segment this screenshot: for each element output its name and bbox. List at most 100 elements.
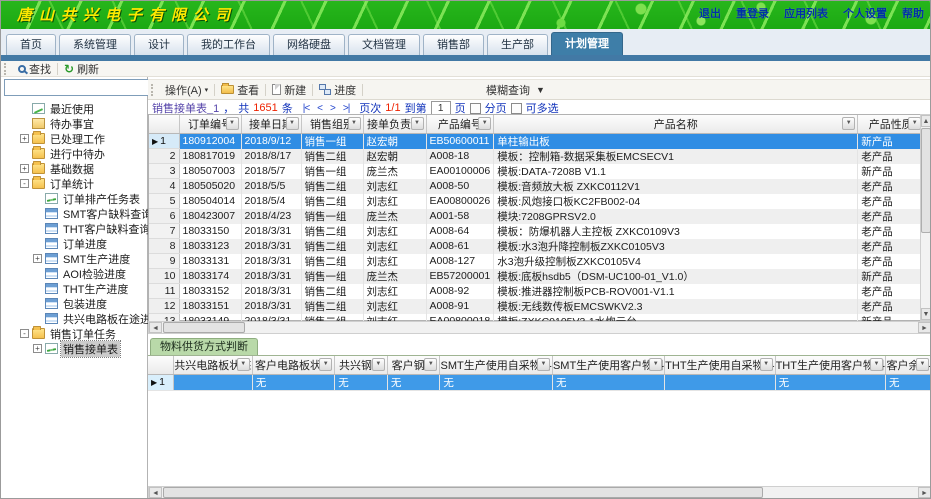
filter-dropdown-icon[interactable]: ▼: [237, 358, 250, 371]
tree-search-input[interactable]: [4, 79, 154, 96]
filter-dropdown-icon[interactable]: ▼: [411, 117, 424, 130]
tree-item[interactable]: +基础数据: [1, 161, 147, 176]
find-button[interactable]: 查找: [12, 61, 57, 76]
column-header[interactable]: 产品名称▼: [494, 115, 858, 133]
new-button[interactable]: 新建: [266, 80, 312, 99]
tree-item[interactable]: 最近使用: [1, 101, 147, 116]
filter-dropdown-icon[interactable]: ▼: [319, 358, 332, 371]
column-header[interactable]: 客户钢网▼: [387, 356, 440, 374]
page-nav-2[interactable]: >: [330, 103, 335, 114]
table-row[interactable]: 8180331232018/3/31销售二组刘志红A008-61模板:水3泡升降…: [149, 239, 924, 254]
expand-icon[interactable]: +: [20, 134, 29, 143]
grid-vertical-scrollbar[interactable]: ▲ ▼: [920, 114, 931, 321]
filter-dropdown-icon[interactable]: ▼: [424, 358, 437, 371]
material-supply-tab[interactable]: 物料供货方式判断: [150, 338, 258, 355]
view-button[interactable]: 查看: [215, 80, 265, 99]
table-row[interactable]: 41805050202018/5/5销售二组刘志红A008-50模板:音频放大板…: [149, 179, 924, 194]
collapse-icon[interactable]: -: [20, 329, 29, 338]
page-nav-0[interactable]: |<: [303, 103, 309, 114]
tab-首页[interactable]: 首页: [6, 34, 56, 55]
tree-item[interactable]: 进行中待办: [1, 146, 147, 161]
column-header[interactable]: 订单编号▼: [179, 115, 241, 133]
table-row[interactable]: 9180331312018/3/31销售二组刘志红A008-127水3泡升级控制…: [149, 254, 924, 269]
multiselect-checkbox[interactable]: [511, 103, 522, 114]
tab-网络硬盘[interactable]: 网络硬盘: [273, 34, 345, 55]
goto-page-input[interactable]: [431, 101, 451, 115]
filter-dropdown-icon[interactable]: ▼: [286, 117, 299, 130]
tree-item[interactable]: +已处理工作: [1, 131, 147, 146]
scroll-right-arrow-icon[interactable]: ►: [918, 487, 931, 498]
table-row[interactable]: 31805070032018/5/7销售一组庞兰杰EA00100006模板:DA…: [149, 164, 924, 179]
tab-系统管理[interactable]: 系统管理: [59, 34, 131, 55]
table-row[interactable]: 61804230072018/4/23销售一组庞兰杰A001-58模块:7208…: [149, 209, 924, 224]
expand-icon[interactable]: +: [33, 344, 42, 353]
grid-horizontal-scrollbar[interactable]: ◄ ►: [148, 321, 931, 334]
tab-我的工作台[interactable]: 我的工作台: [187, 34, 270, 55]
tree-item[interactable]: 待办事宜: [1, 116, 147, 131]
column-header[interactable]: SMT生产使用自采物料▼: [440, 356, 553, 374]
tab-生产部[interactable]: 生产部: [487, 34, 548, 55]
scroll-left-arrow-icon[interactable]: ◄: [149, 487, 162, 498]
filter-dropdown-icon[interactable]: ▼: [348, 117, 361, 130]
tree-item[interactable]: +销售接单表: [1, 341, 147, 356]
filter-dropdown-icon[interactable]: ▼: [916, 358, 929, 371]
filter-dropdown-icon[interactable]: ▼: [537, 358, 550, 371]
table-row[interactable]: 51805040142018/5/4销售二组刘志红EA00800026模板:风炮…: [149, 194, 924, 209]
column-header[interactable]: 产品编号▼: [426, 115, 494, 133]
tab-文档管理[interactable]: 文档管理: [348, 34, 420, 55]
column-header[interactable]: 客户余料▼: [885, 356, 931, 374]
header-link-0[interactable]: 退出: [699, 5, 721, 21]
header-link-2[interactable]: 应用列表: [784, 5, 828, 21]
scroll-down-arrow-icon[interactable]: ▼: [921, 308, 931, 320]
column-header[interactable]: THT生产使用自采物料▼: [665, 356, 775, 374]
fuzzy-query-dropdown[interactable]: 模糊查询 ▼: [486, 82, 545, 98]
paging-checkbox[interactable]: [470, 103, 481, 114]
tree-item[interactable]: 共兴电路板在途进度: [1, 311, 147, 326]
column-header[interactable]: 共兴钢网▼: [335, 356, 388, 374]
table-row[interactable]: ▶11809120042018/9/12销售一组赵宏朝EB50600011单柱输…: [149, 133, 924, 149]
tree-item[interactable]: AOI检验进度: [1, 266, 147, 281]
column-header[interactable]: 销售组别▼: [301, 115, 363, 133]
filter-dropdown-icon[interactable]: ▼: [372, 358, 385, 371]
tree-item[interactable]: +SMT生产进度: [1, 251, 147, 266]
header-link-4[interactable]: 帮助: [902, 5, 924, 21]
tab-计划管理[interactable]: 计划管理: [551, 32, 623, 55]
column-header[interactable]: SMT生产使用客户物料▼: [552, 356, 664, 374]
column-header[interactable]: 产品性质▼: [858, 115, 924, 133]
tree-item[interactable]: -销售订单任务: [1, 326, 147, 341]
column-header[interactable]: 客户电路板状态▼: [252, 356, 335, 374]
table-row[interactable]: 10180331742018/3/31销售一组庞兰杰EB57200001模板:底…: [149, 269, 924, 284]
filter-dropdown-icon[interactable]: ▼: [478, 117, 491, 130]
operate-menu-button[interactable]: 操作(A) ▾: [159, 80, 214, 99]
tree-item[interactable]: 订单排产任务表: [1, 191, 147, 206]
column-header[interactable]: 接单日期▼: [241, 115, 301, 133]
header-link-3[interactable]: 个人设置: [843, 5, 887, 21]
filter-dropdown-icon[interactable]: ▼: [842, 117, 855, 130]
scroll-left-arrow-icon[interactable]: ◄: [149, 322, 162, 333]
page-nav-1[interactable]: <: [317, 103, 322, 114]
table-row[interactable]: 21808170192018/8/17销售二组赵宏朝A008-18模板：控制箱-…: [149, 149, 924, 164]
tree-item[interactable]: 订单进度: [1, 236, 147, 251]
scroll-up-arrow-icon[interactable]: ▲: [921, 115, 931, 127]
filter-dropdown-icon[interactable]: ▼: [649, 358, 662, 371]
tab-销售部[interactable]: 销售部: [423, 34, 484, 55]
tree-item[interactable]: THT客户缺料查询: [1, 221, 147, 236]
filter-dropdown-icon[interactable]: ▼: [760, 358, 773, 371]
header-link-1[interactable]: 重登录: [736, 5, 769, 21]
collapse-icon[interactable]: -: [20, 179, 29, 188]
column-header[interactable]: 接单负责人▼: [363, 115, 426, 133]
refresh-button[interactable]: ↻ 刷新: [58, 61, 105, 76]
tree-item[interactable]: 包装进度: [1, 296, 147, 311]
scrollbar-thumb[interactable]: [163, 487, 763, 498]
tab-设计[interactable]: 设计: [134, 34, 184, 55]
scroll-right-arrow-icon[interactable]: ►: [918, 322, 931, 333]
scrollbar-thumb[interactable]: [921, 128, 931, 233]
expand-icon[interactable]: +: [20, 164, 29, 173]
page-nav-3[interactable]: >|: [343, 103, 349, 114]
tree-item[interactable]: -订单统计: [1, 176, 147, 191]
scrollbar-thumb[interactable]: [163, 322, 245, 333]
progress-button[interactable]: 进度: [313, 80, 362, 99]
tree-item[interactable]: SMT客户缺料查询: [1, 206, 147, 221]
filter-dropdown-icon[interactable]: ▼: [870, 358, 883, 371]
tree-item[interactable]: THT生产进度: [1, 281, 147, 296]
